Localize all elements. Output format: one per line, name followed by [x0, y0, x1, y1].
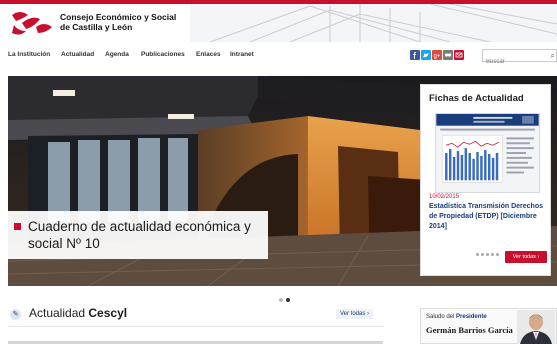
actualidad-cescyl-section: ✎ Actualidad Cescyl Ver todas › [8, 304, 383, 344]
site-header: Consejo Económico y Social de Castilla y… [0, 4, 557, 42]
svg-text:g+: g+ [434, 54, 441, 60]
main-nav: La Institución Actualidad Agenda Publica… [0, 46, 557, 66]
nav-item-enlaces[interactable]: Enlaces [196, 51, 221, 58]
hero-title[interactable]: Cuaderno de actualidad económica y socia… [28, 218, 263, 252]
fichas-pagination-dots[interactable] [476, 243, 501, 261]
flickr-icon[interactable] [443, 50, 453, 60]
hero-dot-2-active[interactable] [286, 298, 290, 302]
org-name-line2: de Castilla y León [60, 22, 133, 32]
nav-item-actualidad[interactable]: Actualidad [61, 51, 94, 58]
fichas-description-link[interactable]: Estadística Transmisión Derechos de Prop… [429, 202, 547, 232]
actualidad-section-title: Actualidad Cescyl [29, 306, 127, 320]
saludo-prefix-text: Saludo del [426, 314, 457, 320]
nav-item-intranet[interactable]: Intranet [230, 51, 254, 58]
fichas-dot[interactable] [481, 253, 484, 256]
fichas-title: Fichas de Actualidad [429, 93, 524, 104]
facebook-icon[interactable] [410, 50, 420, 60]
fichas-view-all-button[interactable]: Ver todas › [505, 251, 547, 263]
section-divider [8, 326, 383, 327]
saludo-presidente-box[interactable]: Saludo del Presidente Germán Barrios Gar… [420, 308, 557, 344]
twitter-icon[interactable] [421, 50, 431, 60]
actualidad-view-all-link[interactable]: Ver todas › [336, 309, 374, 319]
search-box: ⌕ [482, 49, 557, 68]
search-input[interactable] [483, 56, 545, 68]
search-icon[interactable]: ⌕ [551, 51, 555, 61]
fichas-de-actualidad-panel: Fichas de Actualidad 10/02/2015 Estadíst… [420, 84, 551, 276]
hero-dot-1[interactable] [279, 298, 283, 302]
fichas-dot[interactable] [486, 253, 489, 256]
president-name: Germán Barrios García [426, 325, 513, 335]
header-architecture-image [190, 4, 557, 42]
actualidad-title-prefix: Actualidad [29, 306, 89, 320]
fichas-dot[interactable] [491, 253, 494, 256]
microphone-icon: ✎ [10, 309, 21, 320]
saludo-prefix: Saludo del Presidente [426, 314, 487, 320]
actualidad-title-bold: Cescyl [88, 306, 128, 320]
fichas-dot[interactable] [496, 253, 499, 256]
fichas-report-thumbnail[interactable] [435, 113, 540, 193]
fichas-dot[interactable] [476, 253, 479, 256]
nav-item-agenda[interactable]: Agenda [105, 51, 129, 58]
org-name-line1: Consejo Económico y Social [60, 12, 177, 22]
google-plus-icon[interactable]: g+ [432, 50, 442, 60]
mail-icon[interactable] [454, 50, 464, 60]
fichas-view-all-label: Ver todas [512, 254, 536, 260]
nav-item-la-institucion[interactable]: La Institución [8, 51, 50, 58]
hero-caption-marker [14, 223, 21, 230]
cescyl-logo[interactable] [8, 9, 58, 39]
nav-item-publicaciones[interactable]: Publicaciones [141, 51, 185, 58]
president-photo [517, 310, 555, 344]
saludo-role: Presidente [456, 314, 487, 320]
actualidad-view-all-label: Ver todas [340, 311, 366, 317]
hero-caption[interactable]: Cuaderno de actualidad económica y socia… [8, 211, 268, 259]
organization-name: Consejo Económico y Social de Castilla y… [60, 12, 176, 32]
fichas-date: 10/02/2015 [429, 194, 460, 200]
